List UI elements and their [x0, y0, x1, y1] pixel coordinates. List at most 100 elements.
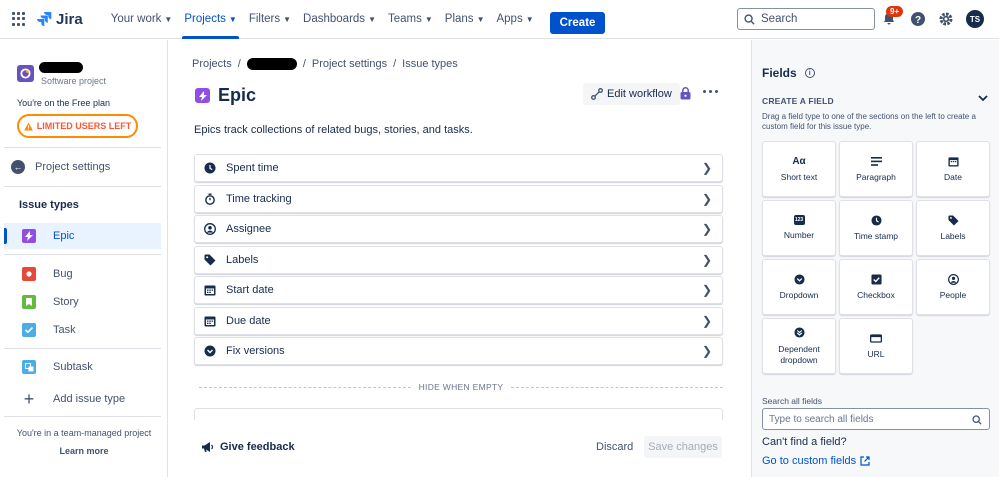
number-icon: 123 — [793, 215, 805, 225]
project-avatar-icon[interactable] — [17, 65, 34, 82]
create-button[interactable]: Create — [549, 12, 606, 34]
nav-filters[interactable]: Filters ▼ — [243, 0, 297, 39]
field-type-date[interactable]: Date — [916, 141, 990, 197]
megaphone-icon — [202, 442, 214, 452]
nav-label: Your work — [110, 13, 162, 25]
field-row-start-date[interactable]: Start date ❯ — [194, 276, 723, 304]
field-label: Assignee — [226, 223, 272, 235]
edit-workflow-button[interactable]: Edit workflow — [583, 83, 680, 105]
redacted-project-name — [39, 62, 83, 73]
text-aa-icon: Aα — [792, 155, 806, 167]
fields-panel: Fields i CREATE A FIELD Drag a field typ… — [751, 40, 999, 477]
field-row-partial[interactable] — [194, 408, 723, 420]
nav-teams[interactable]: Teams ▼ — [382, 0, 439, 39]
field-label: Start date — [226, 284, 274, 296]
breadcrumb-issue-types[interactable]: Issue types — [402, 58, 458, 70]
custom-fields-link-label: Go to custom fields — [762, 455, 857, 467]
field-row-due-date[interactable]: Due date ❯ — [194, 306, 723, 335]
global-search-input[interactable]: Search — [737, 8, 875, 30]
nav-apps[interactable]: Apps ▼ — [490, 0, 539, 39]
sidebar-item-bug[interactable]: Bug — [4, 261, 161, 287]
nav-label: Dashboards — [303, 13, 366, 25]
sidebar-item-story[interactable]: Story — [4, 289, 161, 315]
project-type: Software project — [41, 76, 107, 86]
field-type-url[interactable]: URL — [839, 318, 913, 374]
search-all-fields-input[interactable] — [762, 408, 990, 430]
help-button[interactable]: ? — [909, 10, 927, 28]
nav-dashboards[interactable]: Dashboards ▼ — [297, 0, 382, 39]
back-to-project-settings[interactable]: ← Project settings — [11, 160, 110, 174]
issue-type-description: Epics track collections of related bugs,… — [194, 124, 473, 136]
save-changes-button[interactable]: Save changes — [644, 436, 722, 458]
chevron-down-icon: ▼ — [476, 14, 485, 24]
more-actions-icon[interactable] — [703, 90, 718, 93]
custom-fields-link[interactable]: Go to custom fields — [762, 455, 870, 467]
add-issue-type-button[interactable]: + Add issue type — [4, 386, 161, 412]
app-switcher-icon[interactable] — [12, 12, 26, 26]
person-icon — [947, 273, 959, 285]
breadcrumb-projects[interactable]: Projects — [192, 58, 232, 70]
jira-logo[interactable]: Jira — [36, 11, 83, 28]
user-avatar[interactable]: TS — [966, 10, 984, 28]
field-type-dropdown[interactable]: Dropdown — [762, 259, 836, 315]
chevron-circle-icon — [204, 345, 216, 357]
field-type-paragraph[interactable]: Paragraph — [839, 141, 913, 197]
info-icon[interactable]: i — [804, 68, 815, 78]
field-type-people[interactable]: People — [916, 259, 990, 315]
field-row-assignee[interactable]: Assignee ❯ — [194, 215, 723, 243]
limited-users-button[interactable]: LIMITED USERS LEFT — [17, 114, 138, 138]
field-type-short-text[interactable]: Aα Short text — [762, 141, 836, 197]
field-type-time-stamp[interactable]: Time stamp — [839, 200, 913, 256]
nav-projects[interactable]: Projects ▼ — [178, 0, 242, 39]
field-type-checkbox[interactable]: Checkbox — [839, 259, 913, 315]
lightning-icon-glyph — [25, 231, 33, 241]
jira-logo-icon — [37, 12, 52, 27]
chevron-right-icon: ❯ — [701, 222, 712, 236]
sidebar-item-task[interactable]: Task — [4, 317, 161, 343]
chevron-down-icon: ▼ — [368, 14, 376, 24]
field-label: Fix versions — [226, 345, 285, 357]
clock-icon-glyph — [870, 214, 882, 226]
nav-label: Projects — [184, 13, 226, 25]
field-row-labels[interactable]: Labels ❯ — [194, 245, 723, 274]
give-feedback-button[interactable]: Give feedback — [201, 441, 295, 453]
cant-find-field-text: Can't find a field? — [762, 436, 847, 448]
field-label: Spent time — [226, 162, 279, 174]
nav-plans[interactable]: Plans ▼ — [439, 0, 491, 39]
tag-icon-glyph — [947, 214, 959, 226]
arrow-left-icon: ← — [11, 160, 25, 174]
learn-more-link[interactable]: Learn more — [0, 446, 168, 456]
sidebar-item-subtask[interactable]: Subtask — [4, 354, 161, 380]
field-label: Time tracking — [226, 192, 292, 205]
field-type-number[interactable]: 123 Number — [762, 200, 836, 256]
lock-icon[interactable] — [680, 87, 691, 103]
divider — [4, 147, 161, 148]
external-link-icon — [860, 456, 870, 466]
field-type-label: Number — [783, 230, 815, 240]
check-icon — [22, 323, 36, 337]
field-row-spent-time[interactable]: Spent time ❯ — [194, 154, 723, 182]
plus-icon: + — [23, 388, 35, 409]
project-logo-icon — [20, 68, 31, 79]
chevron-down-icon: ▼ — [164, 14, 173, 24]
clock-icon — [204, 162, 216, 174]
nav-your-work[interactable]: Your work ▼ — [105, 0, 179, 39]
field-type-dependent-dropdown[interactable]: Dependent dropdown — [762, 318, 836, 374]
settings-button[interactable] — [937, 10, 955, 28]
breadcrumb-project-settings[interactable]: Project settings — [312, 58, 387, 70]
sidebar-item-label: Story — [53, 296, 79, 308]
sidebar-item-epic[interactable]: Epic — [4, 223, 161, 249]
field-row-time-tracking[interactable]: Time tracking ❯ — [194, 184, 723, 213]
field-type-labels[interactable]: Labels — [916, 200, 990, 256]
field-type-label: Short text — [780, 172, 818, 182]
field-row-fix-versions[interactable]: Fix versions ❯ — [194, 337, 723, 365]
tag-icon — [947, 214, 959, 226]
chevron-down-icon[interactable] — [978, 94, 988, 105]
discard-button[interactable]: Discard — [590, 436, 639, 458]
chevron-right-icon: ❯ — [701, 344, 712, 358]
limited-users-label: LIMITED USERS LEFT — [36, 121, 132, 131]
lock-icon-glyph — [680, 87, 691, 100]
sidebar: Software project You're on the Free plan… — [0, 40, 168, 477]
main-content: Projects / / Project settings / Issue ty… — [169, 40, 750, 477]
create-field-hint: Drag a field type to one of the sections… — [762, 112, 976, 131]
